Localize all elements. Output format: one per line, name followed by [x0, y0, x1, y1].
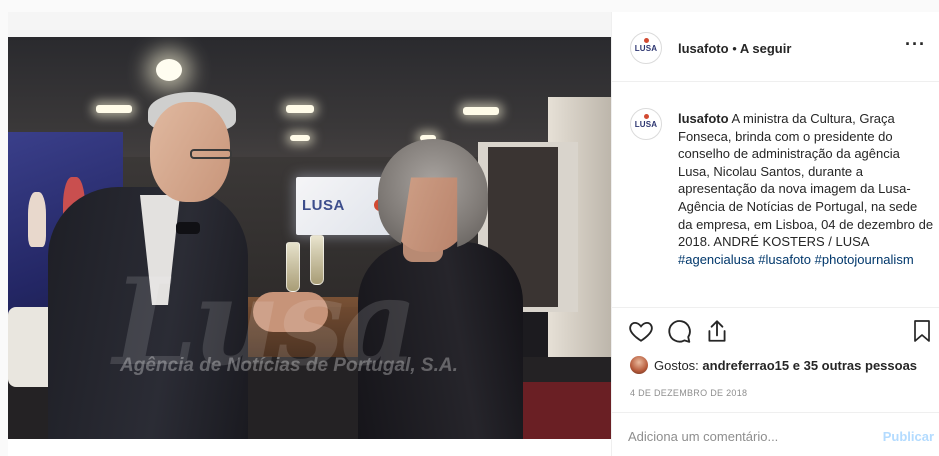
post-caption: lusafoto A ministra da Cultura, Graça Fo… [678, 110, 934, 268]
post-photo[interactable]: LUSA Lusa Agência de Notícias de Portuga… [8, 37, 611, 439]
username-link[interactable]: lusafoto [678, 41, 729, 56]
screen-logo-text: LUSA [302, 197, 345, 214]
lusa-logo-dot [644, 114, 649, 119]
publish-button[interactable]: Publicar [883, 429, 934, 444]
share-icon[interactable] [704, 318, 730, 349]
lusa-watermark-subtitle: Agência de Notícias de Portugal, S.A. [120, 355, 458, 376]
likes-text[interactable]: andreferrao15 e 35 outras pessoas [702, 358, 917, 373]
ceiling-light [463, 107, 499, 115]
ceiling-light [290, 135, 310, 141]
caption-username-link[interactable]: lusafoto [678, 111, 729, 126]
red-chair [513, 382, 611, 439]
bookmark-icon[interactable] [910, 318, 934, 349]
hashtag-link[interactable]: #lusafoto [758, 252, 811, 267]
instagram-post: LUSA Lusa Agência de Notícias de Portuga… [8, 12, 939, 456]
comment-icon[interactable] [666, 318, 692, 349]
ceiling-light [286, 105, 314, 113]
lusa-logo-icon: LUSA [634, 119, 658, 129]
ceiling-spotlight [156, 59, 182, 81]
hashtag-link[interactable]: #photojournalism [815, 252, 914, 267]
hashtag-link[interactable]: #agencialusa [678, 252, 755, 267]
man-glasses [190, 149, 232, 159]
lusa-logo-dot [644, 38, 649, 43]
more-options-icon[interactable]: ··· [905, 34, 926, 55]
heart-icon[interactable] [628, 318, 654, 349]
photo-top-spacer [8, 12, 611, 37]
comment-bar: Publicar [612, 412, 939, 456]
ceiling-light [96, 105, 132, 113]
post-author: lusafoto • A seguir [678, 41, 791, 56]
caption-section: LUSA lusafoto A ministra da Cultura, Gra… [612, 83, 939, 308]
post-side-panel: LUSA lusafoto • A seguir ··· LUSA lusafo… [611, 12, 939, 456]
comment-input[interactable] [628, 425, 868, 447]
post-header: LUSA lusafoto • A seguir ··· [612, 12, 939, 82]
man-bowtie [176, 222, 200, 234]
liker-avatar [630, 356, 648, 374]
likes-summary[interactable]: Gostos: andreferrao15 e 35 outras pessoa… [630, 356, 917, 374]
action-bar [628, 318, 930, 349]
avatar[interactable]: LUSA [630, 108, 662, 140]
lusa-logo-icon: LUSA [634, 43, 658, 53]
avatar[interactable]: LUSA [630, 32, 662, 64]
separator-dot: • [732, 41, 737, 56]
post-date[interactable]: 4 DE DEZEMBRO DE 2018 [630, 388, 747, 398]
follow-button[interactable]: A seguir [740, 41, 792, 56]
caption-text: A ministra da Cultura, Graça Fonseca, br… [678, 111, 934, 250]
likes-prefix: Gostos: [654, 357, 699, 373]
